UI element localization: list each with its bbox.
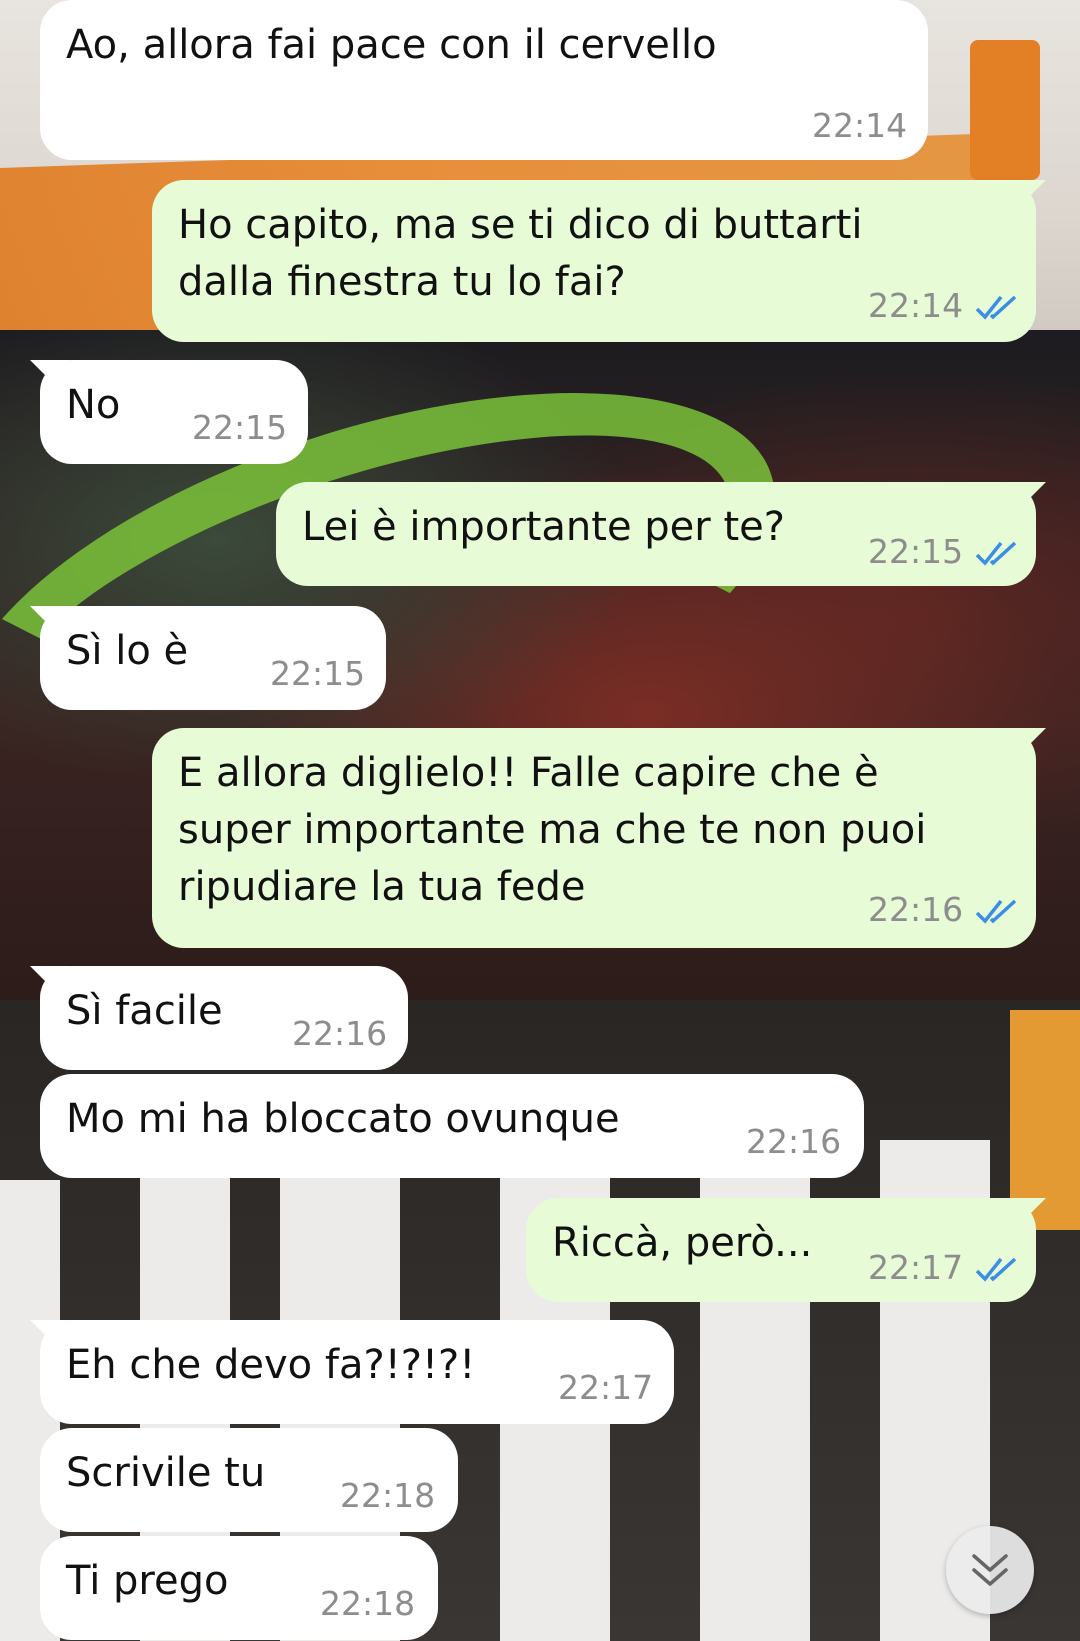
message-list[interactable]: Ao, allora fai pace con il cervello 22:1… (0, 0, 1080, 1641)
message-time: 22:15 (868, 532, 964, 571)
message-bubble-incoming[interactable]: Scrivile tu 22:18 (40, 1428, 458, 1532)
message-bubble-incoming[interactable]: Ti prego 22:18 (40, 1536, 438, 1640)
message-bubble-incoming[interactable]: Eh che devo fa?!?!?! 22:17 (30, 1320, 674, 1424)
message-time: 22:16 (292, 1014, 388, 1053)
double-check-icon (975, 295, 1017, 320)
message-bubble-outgoing[interactable]: Riccà, però... 22:17 (526, 1198, 1046, 1302)
message-time: 22:18 (340, 1476, 436, 1515)
message-bubble-incoming[interactable]: Mo mi ha bloccato ovunque 22:16 (40, 1074, 864, 1178)
message-time: 22:17 (868, 1248, 964, 1287)
bubble-tail (30, 966, 70, 996)
bubble-tail (30, 1320, 70, 1350)
message-time: 22:17 (558, 1368, 654, 1407)
message-time: 22:16 (868, 890, 964, 929)
scroll-to-bottom-button[interactable] (946, 1526, 1034, 1614)
message-text: Ao, allora fai pace con il cervello (66, 22, 717, 68)
bubble-tail (30, 360, 70, 390)
message-text: No (66, 382, 121, 428)
message-text: Sì lo è (66, 628, 189, 674)
message-time: 22:15 (192, 408, 288, 447)
message-bubble-outgoing[interactable]: Ho capito, ma se ti dico di buttarti dal… (152, 180, 1046, 342)
message-bubble-outgoing[interactable]: E allora diglielo!! Falle capire che è s… (152, 728, 1046, 948)
message-text: Scrivile tu (66, 1450, 266, 1496)
double-check-icon (975, 1257, 1017, 1282)
message-time: 22:18 (320, 1584, 416, 1623)
message-bubble-incoming[interactable]: Sì facile 22:16 (30, 966, 408, 1070)
message-time: 22:14 (868, 286, 964, 325)
message-text: E allora diglielo!! Falle capire che è s… (178, 750, 927, 910)
chevron-double-down-icon (972, 1554, 1008, 1586)
double-check-icon (975, 899, 1017, 924)
bubble-tail (1006, 728, 1046, 758)
message-text: Mo mi ha bloccato ovunque (66, 1096, 620, 1142)
bubble-tail (1006, 180, 1046, 210)
bubble-tail (1006, 1198, 1046, 1228)
message-bubble-incoming[interactable]: Ao, allora fai pace con il cervello 22:1… (40, 0, 928, 160)
message-text: Ho capito, ma se ti dico di buttarti dal… (178, 202, 863, 305)
bubble-tail (30, 606, 70, 636)
message-bubble-outgoing[interactable]: Lei è importante per te? 22:15 (276, 482, 1046, 586)
message-text: Eh che devo fa?!?!?! (66, 1342, 476, 1388)
message-time: 22:16 (746, 1122, 842, 1161)
message-text: Ti prego (66, 1558, 229, 1604)
double-check-icon (975, 541, 1017, 566)
message-time: 22:15 (270, 654, 366, 693)
message-text: Riccà, però... (552, 1220, 813, 1266)
message-text: Sì facile (66, 988, 223, 1034)
message-time: 22:14 (812, 106, 908, 145)
message-bubble-incoming[interactable]: Sì lo è 22:15 (30, 606, 386, 710)
message-text: Lei è importante per te? (302, 504, 785, 550)
bubble-tail (1006, 482, 1046, 512)
message-bubble-incoming[interactable]: No 22:15 (30, 360, 308, 464)
